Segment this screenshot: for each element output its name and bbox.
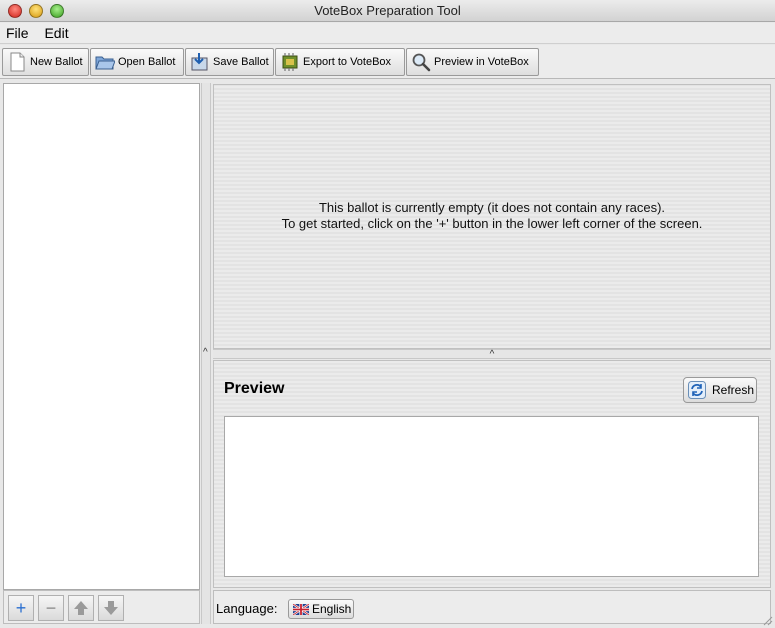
open-ballot-label: Open Ballot: [118, 56, 176, 68]
toolbar: New Ballot Open Ballot Save Ballot Expor…: [0, 45, 775, 79]
minus-icon: −: [45, 598, 57, 618]
empty-message-line2: To get started, click on the '+' button …: [281, 216, 703, 231]
move-down-button[interactable]: [98, 595, 124, 621]
empty-message-line1: This ballot is currently empty (it does …: [318, 200, 666, 215]
refresh-icon: [688, 381, 706, 399]
race-list-controls: + −: [3, 590, 200, 624]
language-bar: Language: English: [213, 590, 771, 624]
chip-icon: [282, 53, 298, 71]
collapse-caret-icon[interactable]: ^: [490, 349, 495, 360]
export-label: Export to VoteBox: [303, 56, 392, 68]
save-ballot-label: Save Ballot: [213, 56, 269, 68]
arrow-up-icon: [74, 601, 88, 615]
save-ballot-button[interactable]: Save Ballot: [185, 48, 274, 76]
remove-race-button[interactable]: −: [38, 595, 64, 621]
window-titlebar: VoteBox Preparation Tool: [0, 0, 775, 22]
plus-icon: +: [15, 598, 27, 618]
new-document-icon: [10, 52, 25, 72]
new-ballot-label: New Ballot: [30, 56, 83, 68]
empty-ballot-message: This ballot is currently empty (it does …: [214, 200, 770, 232]
save-icon: [191, 53, 208, 71]
arrow-down-icon: [104, 601, 118, 615]
export-to-votebox-button[interactable]: Export to VoteBox: [275, 48, 405, 76]
open-ballot-button[interactable]: Open Ballot: [90, 48, 184, 76]
language-select-button[interactable]: English: [288, 599, 354, 619]
resize-grip-icon[interactable]: [761, 614, 773, 626]
preview-panel: Preview Refresh: [213, 360, 771, 588]
language-selected: English: [312, 602, 352, 616]
ballot-editor-panel: This ballot is currently empty (it does …: [213, 84, 771, 349]
race-list[interactable]: [3, 83, 200, 590]
horizontal-splitter[interactable]: ^: [213, 349, 771, 360]
collapse-caret-icon[interactable]: ^: [203, 347, 208, 358]
minimize-window-button[interactable]: [29, 4, 43, 18]
new-ballot-button[interactable]: New Ballot: [2, 48, 89, 76]
add-race-button[interactable]: +: [8, 595, 34, 621]
menu-bar: File Edit: [0, 23, 775, 44]
close-window-button[interactable]: [8, 4, 22, 18]
menu-file[interactable]: File: [0, 23, 35, 44]
language-label: Language:: [216, 601, 278, 616]
open-folder-icon: [95, 56, 115, 70]
preview-title: Preview: [224, 380, 285, 397]
zoom-window-button[interactable]: [50, 4, 64, 18]
vertical-splitter[interactable]: ^: [201, 83, 211, 624]
preview-area: [224, 416, 759, 577]
refresh-button[interactable]: Refresh: [683, 377, 757, 403]
window-title: VoteBox Preparation Tool: [314, 3, 461, 18]
preview-label: Preview in VoteBox: [434, 56, 529, 68]
refresh-label: Refresh: [712, 383, 755, 397]
magnifier-icon: [412, 53, 431, 72]
uk-flag-icon: [293, 604, 309, 615]
preview-in-votebox-button[interactable]: Preview in VoteBox: [406, 48, 539, 76]
move-up-button[interactable]: [68, 595, 94, 621]
menu-edit[interactable]: Edit: [38, 23, 74, 44]
